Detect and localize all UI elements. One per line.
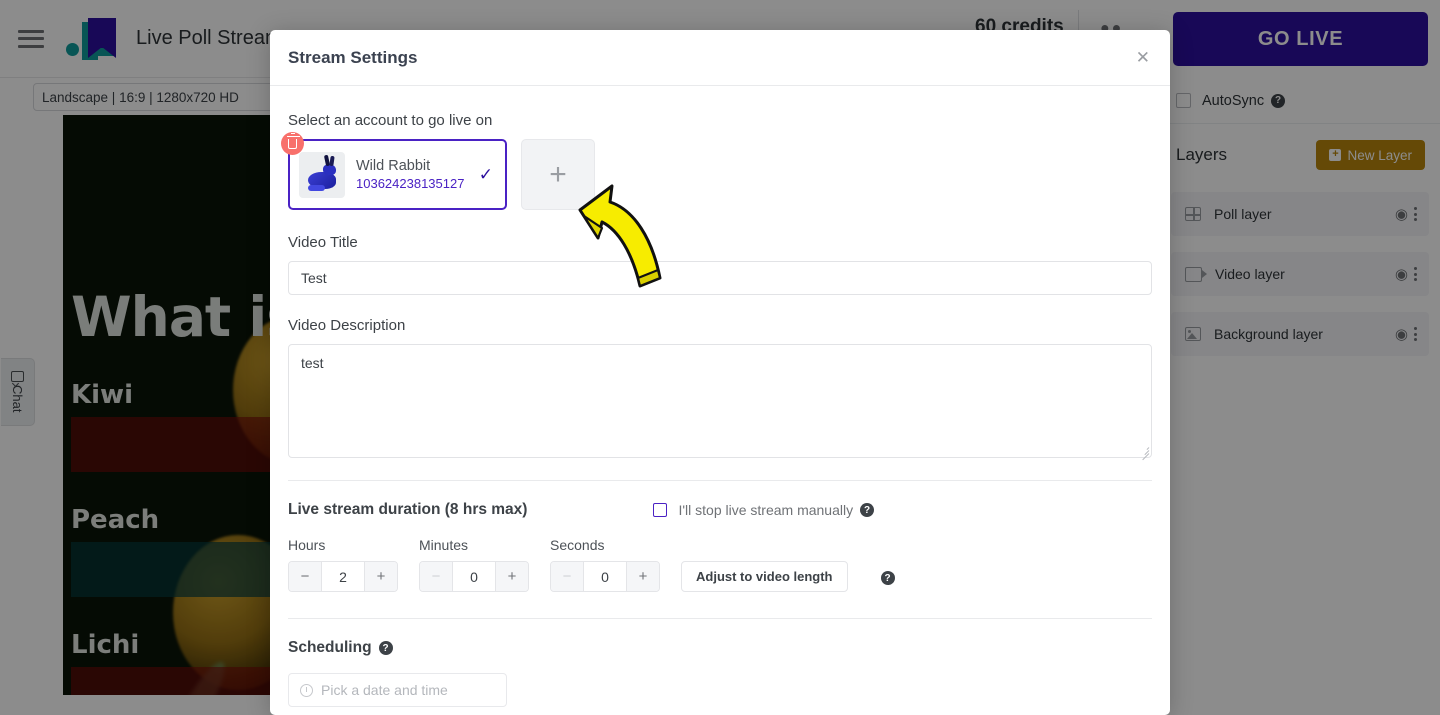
hours-stepper-group: Hours − 2 + [288, 537, 398, 592]
schedule-date-input[interactable]: Pick a date and time [288, 673, 507, 707]
video-description-label: Video Description [288, 317, 406, 334]
video-title-label: Video Title [288, 234, 358, 251]
seconds-value[interactable]: 0 [584, 562, 626, 591]
help-icon[interactable]: ? [860, 503, 875, 517]
duration-header: Live stream duration (8 hrs max) I'll st… [288, 501, 1152, 519]
video-description-wrapper [288, 344, 1152, 461]
account-card-wild-rabbit[interactable]: Wild Rabbit 103624238135127 ✓ [281, 132, 507, 210]
hours-value[interactable]: 2 [322, 562, 364, 591]
hours-decrement-button[interactable]: − [289, 562, 322, 591]
manual-stop-checkbox[interactable] [653, 503, 668, 517]
account-id: 103624238135127 [356, 176, 465, 191]
duration-steppers: Hours − 2 + Minutes − 0 + Seconds − 0 + … [288, 537, 1152, 592]
seconds-decrement-button: − [551, 562, 584, 591]
seconds-stepper[interactable]: − 0 + [550, 561, 660, 592]
minutes-label: Minutes [419, 537, 469, 553]
schedule-date-placeholder: Pick a date and time [321, 682, 448, 698]
close-icon[interactable]: ✕ [1136, 49, 1150, 66]
stream-settings-modal: Stream Settings ✕ Select an account to g… [270, 30, 1170, 715]
seconds-increment-button[interactable]: + [626, 562, 659, 591]
manual-stop-label: I'll stop live stream manually [678, 502, 854, 518]
scheduling-label: Scheduling [288, 639, 372, 656]
manual-stop-row[interactable]: I'll stop live stream manually ? [653, 502, 875, 518]
minutes-stepper[interactable]: − 0 + [419, 561, 529, 592]
help-icon[interactable]: ? [378, 641, 393, 655]
account-section-label: Select an account to go live on [288, 112, 493, 129]
modal-title: Stream Settings [288, 47, 418, 67]
video-description-input[interactable] [288, 344, 1152, 458]
minutes-value[interactable]: 0 [453, 562, 495, 591]
modal-body: Select an account to go live on Wild Rab… [270, 86, 1170, 715]
account-meta: Wild Rabbit 103624238135127 [356, 158, 464, 191]
minutes-increment-button[interactable]: + [495, 562, 528, 591]
adjust-to-video-length-button[interactable]: Adjust to video length [681, 561, 848, 592]
modal-header: Stream Settings ✕ [270, 30, 1170, 86]
seconds-stepper-group: Seconds − 0 + [550, 537, 660, 592]
minutes-stepper-group: Minutes − 0 + [419, 537, 529, 592]
scheduling-title: Scheduling ? [288, 639, 1152, 657]
app-root: Live Poll Stream 1 60 credits ●● Landsca… [0, 0, 1440, 715]
hours-stepper[interactable]: − 2 + [288, 561, 398, 592]
hours-increment-button[interactable]: + [364, 562, 397, 591]
clock-icon [300, 683, 313, 697]
video-title-input[interactable] [288, 261, 1152, 295]
account-name: Wild Rabbit [356, 158, 431, 174]
cursor-pointer-arrow-icon [568, 160, 688, 290]
divider [288, 480, 1152, 481]
account-list: Wild Rabbit 103624238135127 ✓ + [281, 132, 1152, 210]
check-icon: ✓ [478, 164, 493, 184]
hours-label: Hours [288, 537, 326, 553]
help-icon[interactable]: ? [880, 571, 895, 585]
minutes-decrement-button: − [420, 562, 453, 591]
divider [288, 618, 1152, 619]
seconds-label: Seconds [550, 537, 605, 553]
avatar [299, 151, 345, 198]
duration-title: Live stream duration (8 hrs max) [288, 501, 528, 518]
